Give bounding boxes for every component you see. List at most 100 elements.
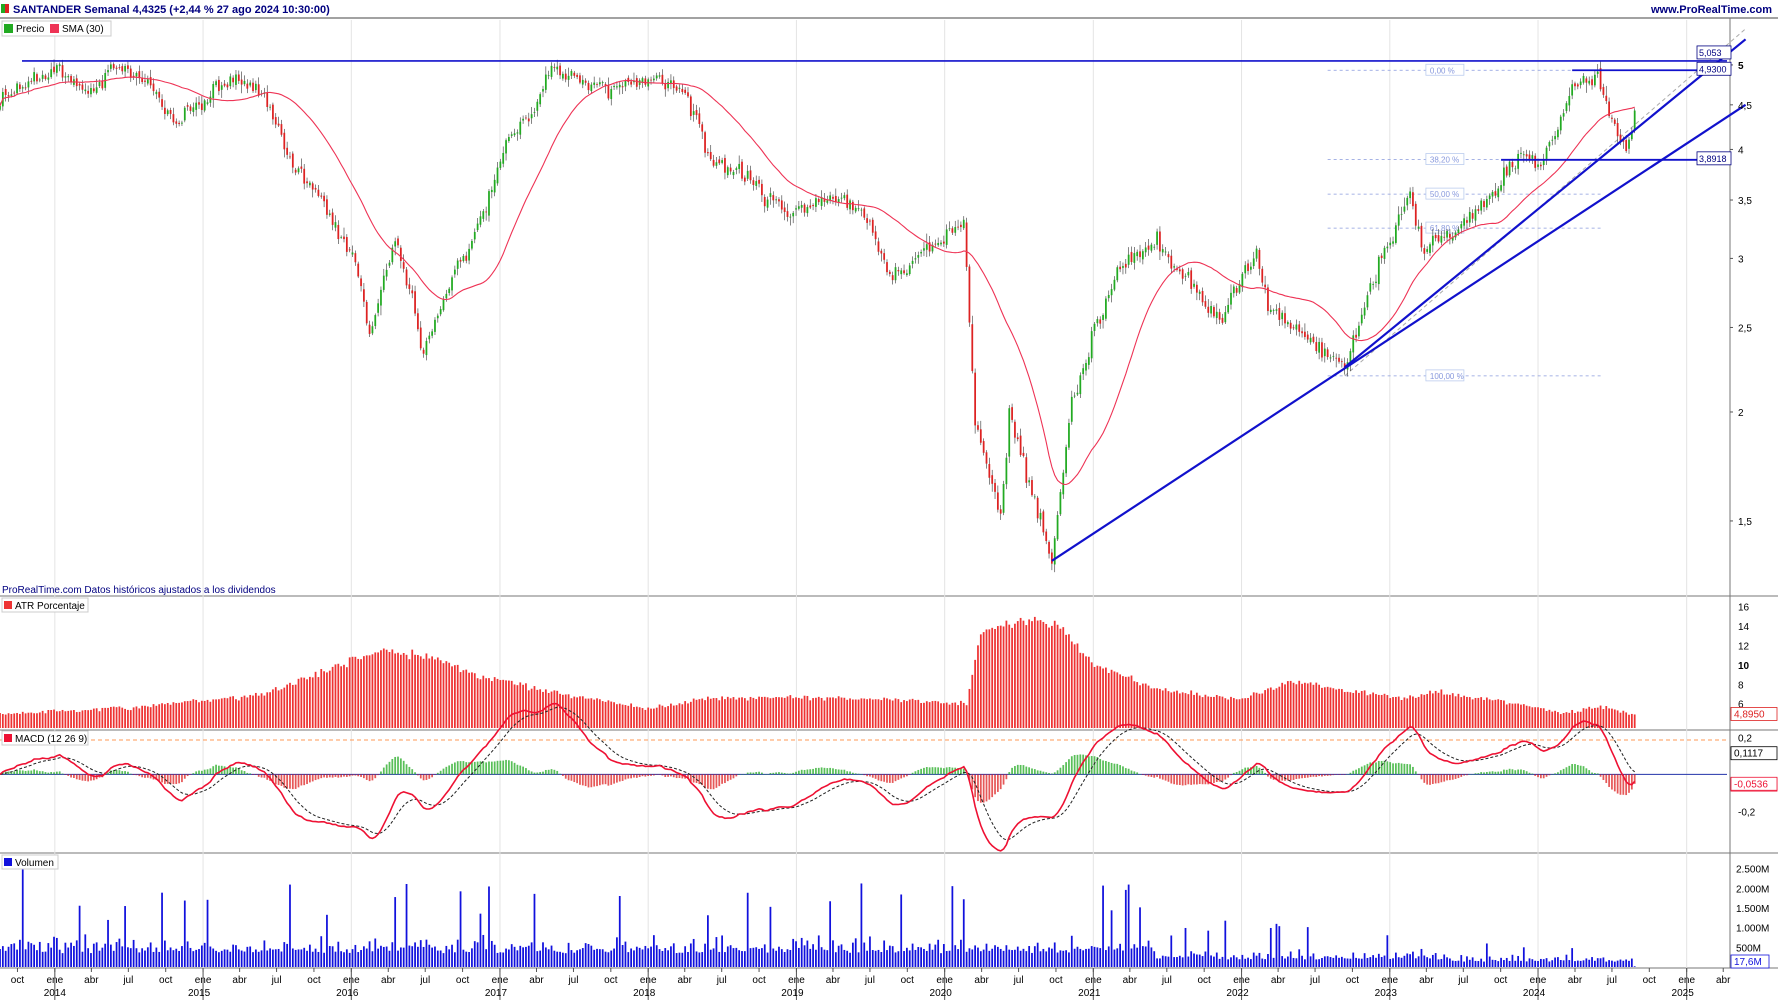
macd-hist-311 bbox=[883, 774, 886, 782]
volume-bar-235 bbox=[667, 950, 669, 967]
macd-hist-471 bbox=[1338, 774, 1340, 775]
atr-bar-518 bbox=[1471, 699, 1474, 728]
volume-bar-265 bbox=[752, 947, 755, 967]
volume-bar-404 bbox=[1147, 940, 1150, 967]
macd-hist-176 bbox=[499, 760, 502, 775]
volume-bar-394 bbox=[1119, 943, 1121, 967]
volume-bar-368 bbox=[1045, 951, 1048, 967]
atr-bar-217 bbox=[616, 704, 618, 728]
volume-bar-307 bbox=[871, 950, 874, 967]
volume-bar-409 bbox=[1161, 955, 1164, 967]
volume-bar-393 bbox=[1116, 948, 1119, 967]
candle-3 bbox=[7, 95, 10, 97]
volume-bar-97 bbox=[274, 949, 277, 967]
macd-hist-434 bbox=[1232, 772, 1235, 775]
atr-bar-452 bbox=[1284, 684, 1286, 728]
volume-bar-53 bbox=[149, 942, 152, 967]
candle-453 bbox=[1286, 322, 1289, 325]
atr-bar-114 bbox=[323, 671, 325, 728]
volume-bar-100 bbox=[283, 942, 286, 967]
legend-sma[interactable]: SMA (30) bbox=[62, 24, 104, 35]
prorealtime-chart[interactable]: 0,00 %38,20 %50,00 %61,80 %100,00 % 1,52… bbox=[0, 0, 1778, 1000]
volume-bar-232 bbox=[658, 949, 661, 967]
atr-legend: ATR Porcentaje bbox=[1, 597, 89, 613]
atr-bar-377 bbox=[1070, 641, 1073, 728]
atr-bar-480 bbox=[1363, 690, 1366, 728]
brand-link[interactable]: www.ProRealTime.com bbox=[1650, 4, 1772, 16]
atr-bar-366 bbox=[1039, 620, 1042, 728]
macd-hist-570 bbox=[1619, 774, 1622, 795]
candle-559 bbox=[1588, 80, 1591, 84]
candle-505 bbox=[1434, 234, 1437, 239]
volume-bar-330 bbox=[937, 939, 940, 967]
candle-253 bbox=[718, 159, 721, 164]
candle-163 bbox=[462, 255, 465, 262]
candle-390 bbox=[1107, 294, 1110, 299]
candle-452 bbox=[1284, 313, 1286, 324]
year-label-1: 2015 bbox=[188, 988, 211, 999]
candle-143 bbox=[405, 269, 408, 286]
macd-hist-10 bbox=[27, 770, 30, 775]
volume-bar-537 bbox=[1525, 961, 1528, 967]
candle-365 bbox=[1036, 497, 1039, 519]
atr-bar-200 bbox=[567, 694, 570, 728]
volume-bar-229 bbox=[650, 946, 652, 967]
volume-bar-34 bbox=[95, 942, 98, 967]
atr-bar-339 bbox=[962, 702, 965, 728]
month-label-44: oct bbox=[1643, 975, 1657, 986]
candle-255 bbox=[724, 158, 726, 173]
volume-bar-502 bbox=[1426, 957, 1429, 967]
atr-bar-250 bbox=[709, 698, 712, 728]
candle-363 bbox=[1031, 480, 1033, 496]
candle-87 bbox=[246, 83, 249, 89]
atr-bar-420 bbox=[1193, 694, 1195, 728]
atr-bar-120 bbox=[340, 666, 343, 728]
macd-hist-156 bbox=[442, 768, 445, 775]
macd-hist-141 bbox=[399, 758, 402, 775]
volume-bar-328 bbox=[931, 949, 934, 967]
atr-bar-421 bbox=[1195, 692, 1198, 728]
legend-macd[interactable]: MACD (12 26 9) bbox=[15, 734, 87, 745]
macd-hist-301 bbox=[854, 773, 857, 775]
legend-atr[interactable]: ATR Porcentaje bbox=[15, 601, 85, 612]
candle-34 bbox=[95, 87, 98, 93]
candle-273 bbox=[775, 199, 778, 201]
macd-hist-144 bbox=[408, 766, 411, 775]
candle-183 bbox=[519, 121, 522, 135]
legend-precio[interactable]: Precio bbox=[16, 24, 45, 35]
volume-bar-338 bbox=[960, 939, 962, 967]
volume-bar-85 bbox=[240, 950, 243, 967]
atr-bar-159 bbox=[451, 666, 453, 728]
candle-15 bbox=[41, 74, 44, 79]
atr-bar-418 bbox=[1187, 694, 1190, 728]
macd-hist-148 bbox=[419, 774, 422, 779]
volume-bar-258 bbox=[732, 948, 735, 967]
macd-hist-239 bbox=[678, 774, 681, 778]
candle-200 bbox=[567, 75, 570, 80]
candle-130 bbox=[368, 324, 371, 334]
atr-bar-469 bbox=[1332, 688, 1335, 728]
atr-bar-57 bbox=[161, 703, 163, 728]
atr-bar-494 bbox=[1403, 697, 1406, 728]
legend-volume[interactable]: Volumen bbox=[15, 858, 54, 869]
atr-bar-101 bbox=[286, 684, 289, 728]
candle-264 bbox=[749, 170, 752, 181]
macd-hist-106 bbox=[300, 774, 303, 786]
candle-339 bbox=[962, 219, 965, 229]
year-label-9: 2023 bbox=[1375, 988, 1398, 999]
candle-0 bbox=[0, 105, 1, 110]
volume-bar-113 bbox=[320, 936, 323, 967]
atr-bar-437 bbox=[1241, 698, 1244, 728]
macd-hist-59 bbox=[166, 774, 169, 784]
candle-354 bbox=[1005, 457, 1008, 485]
candle-260 bbox=[738, 163, 741, 169]
month-label-38: abr bbox=[1419, 975, 1434, 986]
candle-556 bbox=[1579, 81, 1582, 86]
macd-hist-291 bbox=[826, 768, 829, 775]
macd-hist-384 bbox=[1090, 755, 1093, 775]
volume-bar-344 bbox=[977, 947, 979, 967]
macd-hist-133 bbox=[377, 774, 379, 776]
atr-bar-575 bbox=[1633, 714, 1636, 728]
macd-hist-131 bbox=[371, 774, 374, 781]
atr-last-value: 4,8950 bbox=[1734, 709, 1765, 720]
